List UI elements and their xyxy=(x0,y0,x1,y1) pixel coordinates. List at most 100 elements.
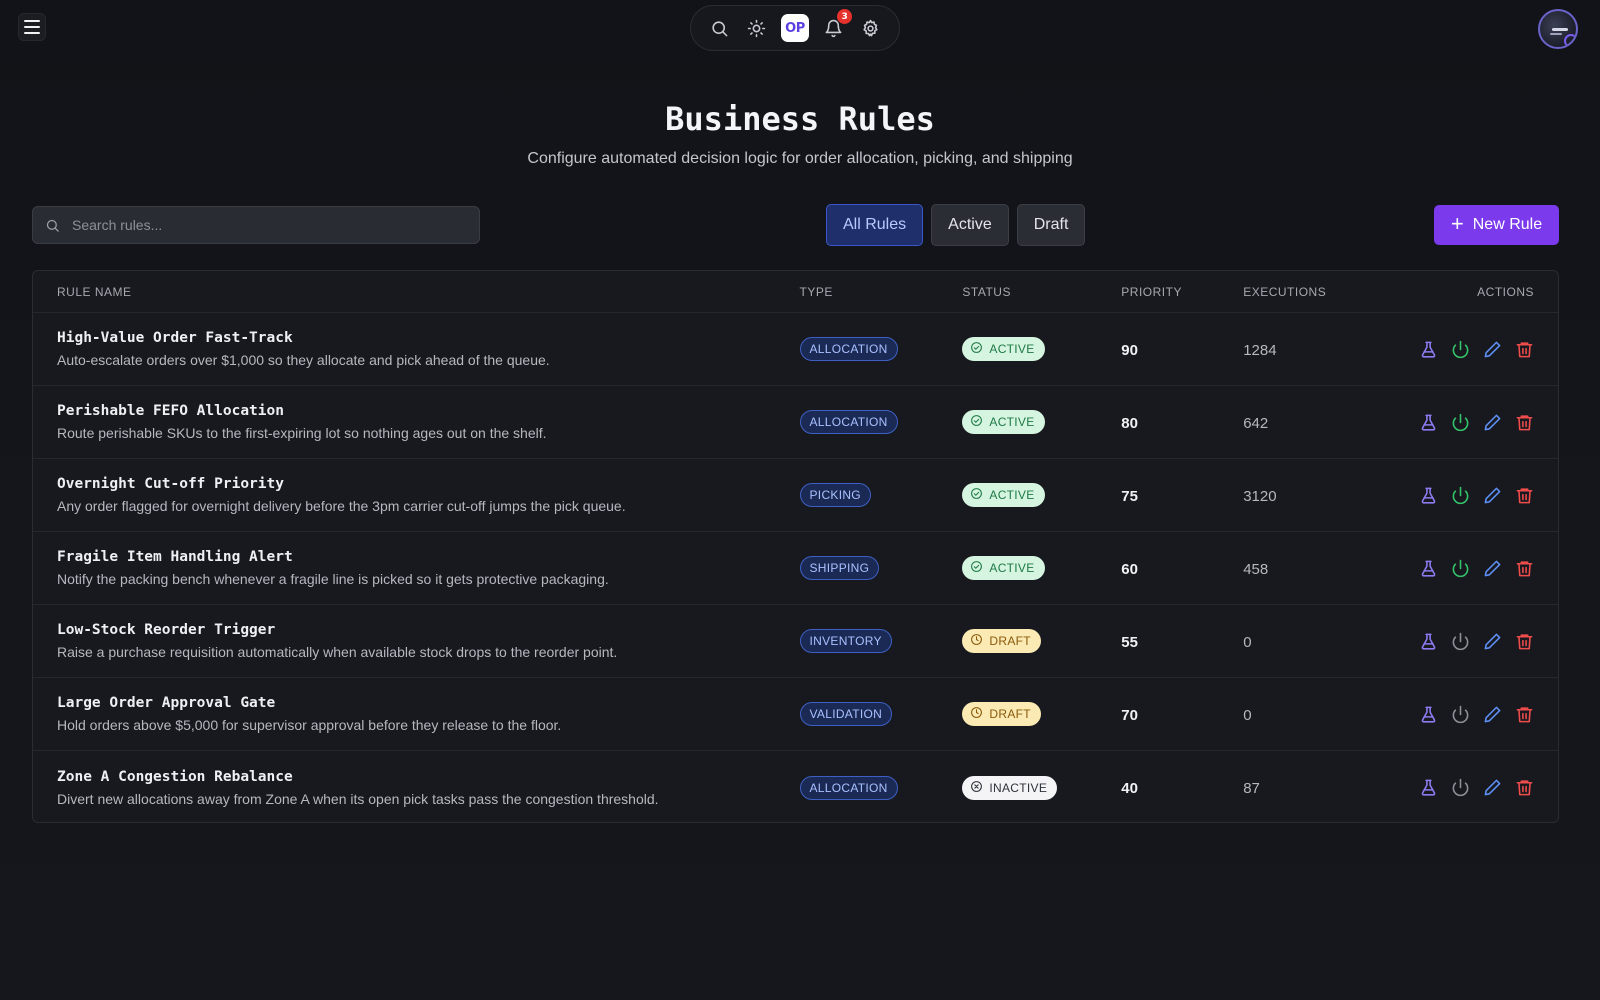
pencil-icon xyxy=(1484,633,1500,649)
rule-name[interactable]: Zone A Congestion Rebalance xyxy=(57,769,800,785)
col-header-executions[interactable]: EXECUTIONS xyxy=(1243,285,1398,299)
executions-value: 458 xyxy=(1243,560,1269,578)
test-rule-button[interactable] xyxy=(1418,778,1438,798)
rules-table: RULE NAME TYPE STATUS PRIORITY EXECUTION… xyxy=(32,270,1559,823)
table-row[interactable]: Zone A Congestion Rebalance Divert new a… xyxy=(33,751,1558,822)
priority-value: 70 xyxy=(1121,706,1138,724)
toggle-rule-button[interactable] xyxy=(1450,631,1470,651)
priority-value: 60 xyxy=(1121,560,1138,578)
rule-description: Auto-escalate orders over $1,000 so they… xyxy=(57,352,550,368)
edit-rule-button[interactable] xyxy=(1482,704,1502,724)
search-box[interactable] xyxy=(32,206,480,244)
delete-rule-button[interactable] xyxy=(1514,631,1534,651)
row-actions xyxy=(1418,778,1534,798)
flask-icon xyxy=(1421,487,1435,504)
table-row[interactable]: Perishable FEFO Allocation Route perisha… xyxy=(33,386,1558,459)
rule-name[interactable]: Large Order Approval Gate xyxy=(57,695,800,711)
pencil-icon xyxy=(1484,341,1500,357)
trash-icon xyxy=(1516,780,1532,796)
edit-rule-button[interactable] xyxy=(1482,412,1502,432)
test-rule-button[interactable] xyxy=(1418,704,1438,724)
executions-value: 1284 xyxy=(1243,341,1277,359)
delete-rule-button[interactable] xyxy=(1514,339,1534,359)
status-label: DRAFT xyxy=(989,707,1031,721)
rule-name[interactable]: Low-Stock Reorder Trigger xyxy=(57,622,800,638)
delete-rule-button[interactable] xyxy=(1514,704,1534,724)
delete-rule-button[interactable] xyxy=(1514,778,1534,798)
rule-description: Hold orders above $5,000 for supervisor … xyxy=(57,717,562,733)
toggle-rule-button[interactable] xyxy=(1450,704,1470,724)
rule-name[interactable]: Fragile Item Handling Alert xyxy=(57,549,800,565)
avatar[interactable] xyxy=(1538,9,1578,49)
status-badge: ACTIVE xyxy=(962,483,1045,507)
toggle-rule-button[interactable] xyxy=(1450,339,1470,359)
table-row[interactable]: Fragile Item Handling Alert Notify the p… xyxy=(33,532,1558,605)
app-logo[interactable]: OP xyxy=(780,14,809,42)
delete-rule-button[interactable] xyxy=(1514,412,1534,432)
col-header-priority[interactable]: PRIORITY xyxy=(1121,285,1243,299)
new-rule-label: New Rule xyxy=(1472,216,1543,233)
test-rule-button[interactable] xyxy=(1418,558,1438,578)
rule-name[interactable]: Overnight Cut-off Priority xyxy=(57,476,800,492)
col-header-status[interactable]: STATUS xyxy=(962,285,1121,299)
rule-description: Route perishable SKUs to the first-expir… xyxy=(57,425,547,441)
table-row[interactable]: Low-Stock Reorder Trigger Raise a purcha… xyxy=(33,605,1558,678)
check-circle-icon xyxy=(971,342,983,353)
col-header-rule-name[interactable]: RULE NAME xyxy=(33,285,800,299)
edit-rule-button[interactable] xyxy=(1482,339,1502,359)
priority-value: 55 xyxy=(1121,633,1138,651)
type-badge: INVENTORY xyxy=(799,629,892,653)
filter-tabs: All Rules Active Draft xyxy=(826,204,1086,246)
edit-rule-button[interactable] xyxy=(1482,485,1502,505)
test-rule-button[interactable] xyxy=(1418,485,1438,505)
flask-icon xyxy=(1421,706,1435,723)
toggle-rule-button[interactable] xyxy=(1450,558,1470,578)
test-rule-button[interactable] xyxy=(1418,412,1438,432)
table-row[interactable]: Large Order Approval Gate Hold orders ab… xyxy=(33,678,1558,751)
rule-name[interactable]: High-Value Order Fast-Track xyxy=(57,330,800,346)
status-label: ACTIVE xyxy=(989,415,1035,429)
table-row[interactable]: Overnight Cut-off Priority Any order fla… xyxy=(33,459,1558,532)
avatar-graphic xyxy=(1550,33,1562,35)
rule-description: Notify the packing bench whenever a frag… xyxy=(57,571,609,587)
new-rule-button[interactable]: + New Rule xyxy=(1434,205,1559,245)
filter-all-rules[interactable]: All Rules xyxy=(826,204,924,246)
gear-icon[interactable] xyxy=(857,15,883,41)
status-label: ACTIVE xyxy=(989,342,1035,356)
rule-description: Divert new allocations away from Zone A … xyxy=(57,790,659,807)
type-badge: VALIDATION xyxy=(799,702,893,726)
filter-draft[interactable]: Draft xyxy=(1016,204,1086,246)
edit-rule-button[interactable] xyxy=(1482,631,1502,651)
table-body: High-Value Order Fast-Track Auto-escalat… xyxy=(33,313,1558,822)
sun-icon[interactable] xyxy=(744,15,770,41)
search-input[interactable] xyxy=(72,217,452,233)
col-header-type[interactable]: TYPE xyxy=(800,285,963,299)
type-badge: PICKING xyxy=(799,483,871,507)
bell-icon[interactable]: 3 xyxy=(820,9,853,41)
test-rule-button[interactable] xyxy=(1418,339,1438,359)
priority-value: 80 xyxy=(1121,414,1138,432)
avatar-graphic xyxy=(1552,28,1568,31)
row-actions xyxy=(1418,558,1534,578)
power-icon xyxy=(1452,778,1468,797)
pencil-icon xyxy=(1484,560,1500,576)
menu-icon-line xyxy=(24,32,40,34)
avatar-status-ring xyxy=(1564,34,1576,47)
menu-button[interactable] xyxy=(18,13,46,41)
col-header-actions: ACTIONS xyxy=(1477,284,1534,299)
search-icon[interactable] xyxy=(707,15,733,41)
delete-rule-button[interactable] xyxy=(1514,485,1534,505)
table-row[interactable]: High-Value Order Fast-Track Auto-escalat… xyxy=(33,313,1558,386)
status-badge: ACTIVE xyxy=(962,337,1045,361)
filter-active[interactable]: Active xyxy=(931,204,1009,246)
rule-description: Raise a purchase requisition automatical… xyxy=(57,644,618,660)
toggle-rule-button[interactable] xyxy=(1450,412,1470,432)
edit-rule-button[interactable] xyxy=(1482,558,1502,578)
delete-rule-button[interactable] xyxy=(1514,558,1534,578)
test-rule-button[interactable] xyxy=(1418,631,1438,651)
priority-value: 75 xyxy=(1121,487,1138,505)
toggle-rule-button[interactable] xyxy=(1450,778,1470,798)
edit-rule-button[interactable] xyxy=(1482,778,1502,798)
toggle-rule-button[interactable] xyxy=(1450,485,1470,505)
rule-name[interactable]: Perishable FEFO Allocation xyxy=(57,403,800,419)
